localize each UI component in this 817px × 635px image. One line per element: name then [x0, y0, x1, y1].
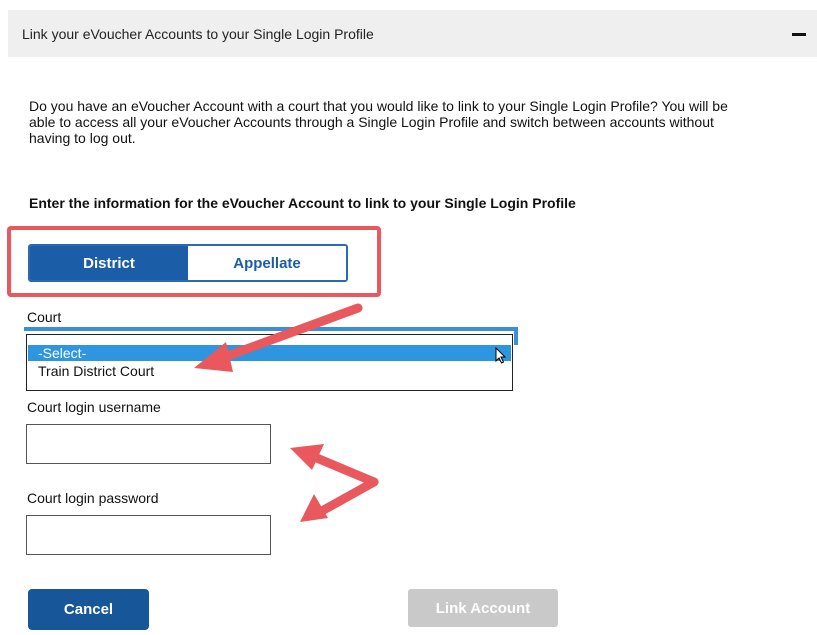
court-select-dropdown[interactable]: -Select- Train District Court: [26, 334, 513, 391]
cancel-button[interactable]: Cancel: [28, 589, 149, 630]
link-evoucher-page: Link your eVoucher Accounts to your Sing…: [0, 0, 817, 635]
arrow-to-password-icon: [300, 477, 379, 522]
select-focus-ring: [24, 327, 518, 331]
arrow-to-username-icon: [290, 444, 379, 487]
instruction-heading: Enter the information for the eVoucher A…: [29, 195, 576, 211]
link-account-button[interactable]: Link Account: [408, 589, 558, 627]
appellate-toggle-button[interactable]: Appellate: [188, 246, 346, 280]
section-title: Link your eVoucher Accounts to your Sing…: [22, 26, 374, 42]
court-type-toggle: District Appellate: [28, 244, 348, 282]
intro-text: Do you have an eVoucher Account with a c…: [29, 98, 728, 146]
district-toggle-button[interactable]: District: [30, 246, 188, 280]
mouse-cursor-icon: [495, 347, 507, 364]
password-label: Court login password: [27, 490, 159, 506]
minus-icon[interactable]: [792, 33, 806, 36]
court-option-select[interactable]: -Select-: [28, 345, 511, 361]
username-label: Court login username: [27, 399, 161, 415]
court-option-train-district[interactable]: Train District Court: [28, 363, 511, 379]
court-label: Court: [27, 309, 62, 325]
password-input[interactable]: [26, 515, 271, 555]
select-focus-ring-right: [514, 327, 518, 345]
username-input[interactable]: [26, 424, 271, 464]
